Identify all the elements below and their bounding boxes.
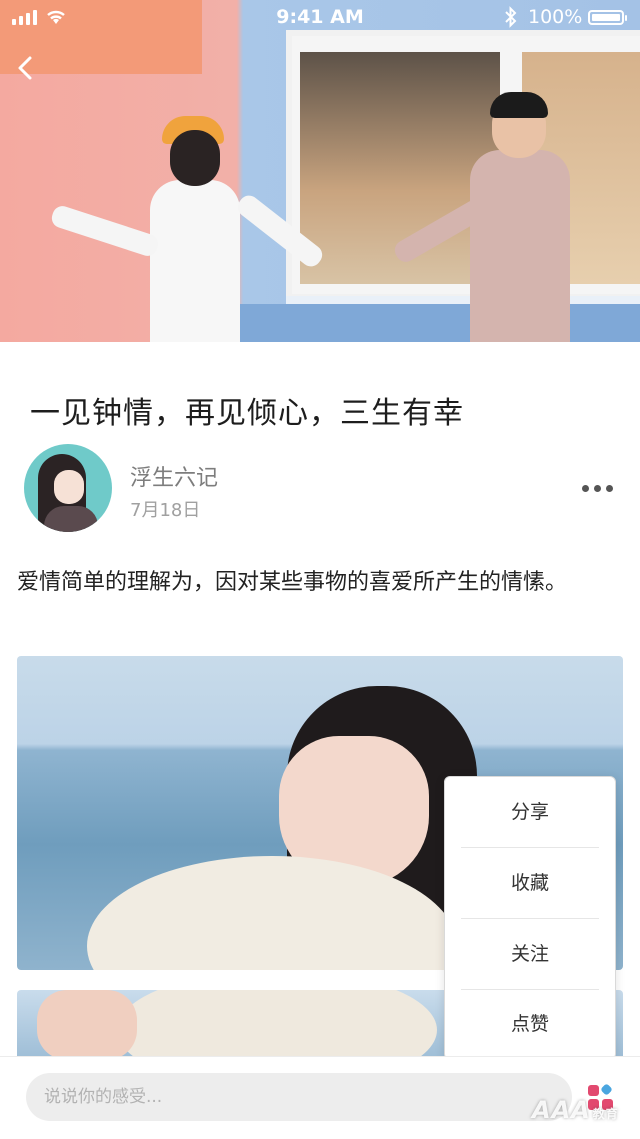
menu-item-follow[interactable]: 关注 bbox=[461, 919, 599, 989]
battery-icon bbox=[588, 10, 627, 25]
more-options-button[interactable] bbox=[582, 478, 618, 498]
menu-item-favorite[interactable]: 收藏 bbox=[461, 848, 599, 918]
comment-input[interactable] bbox=[26, 1073, 572, 1121]
back-button[interactable] bbox=[10, 50, 40, 86]
status-bar: 9:41 AM 100% bbox=[0, 0, 640, 34]
author-name[interactable]: 浮生六记 bbox=[130, 460, 218, 492]
watermark: AAA 教育 bbox=[532, 1096, 619, 1124]
menu-item-like[interactable]: 点赞 bbox=[461, 989, 599, 1059]
battery-percent: 100% bbox=[528, 6, 583, 28]
more-dots-icon bbox=[582, 484, 589, 492]
article-body: 爱情简单的理解为，因对某些事物的喜爱所产生的情愫。 bbox=[17, 570, 568, 595]
hero-girl-figure bbox=[49, 116, 327, 342]
hero-image bbox=[0, 0, 640, 342]
menu-item-share[interactable]: 分享 bbox=[461, 777, 599, 847]
hero-boy-figure bbox=[391, 92, 570, 342]
hero-window bbox=[286, 30, 640, 300]
action-menu: 分享 收藏 关注 点赞 bbox=[444, 776, 616, 1074]
bluetooth-icon bbox=[504, 6, 518, 33]
author-avatar[interactable] bbox=[24, 444, 112, 532]
chevron-left-icon bbox=[18, 56, 32, 80]
post-date: 7月18日 bbox=[130, 500, 201, 521]
article-title: 一见钟情，再见倾心，三生有幸 bbox=[30, 396, 464, 431]
